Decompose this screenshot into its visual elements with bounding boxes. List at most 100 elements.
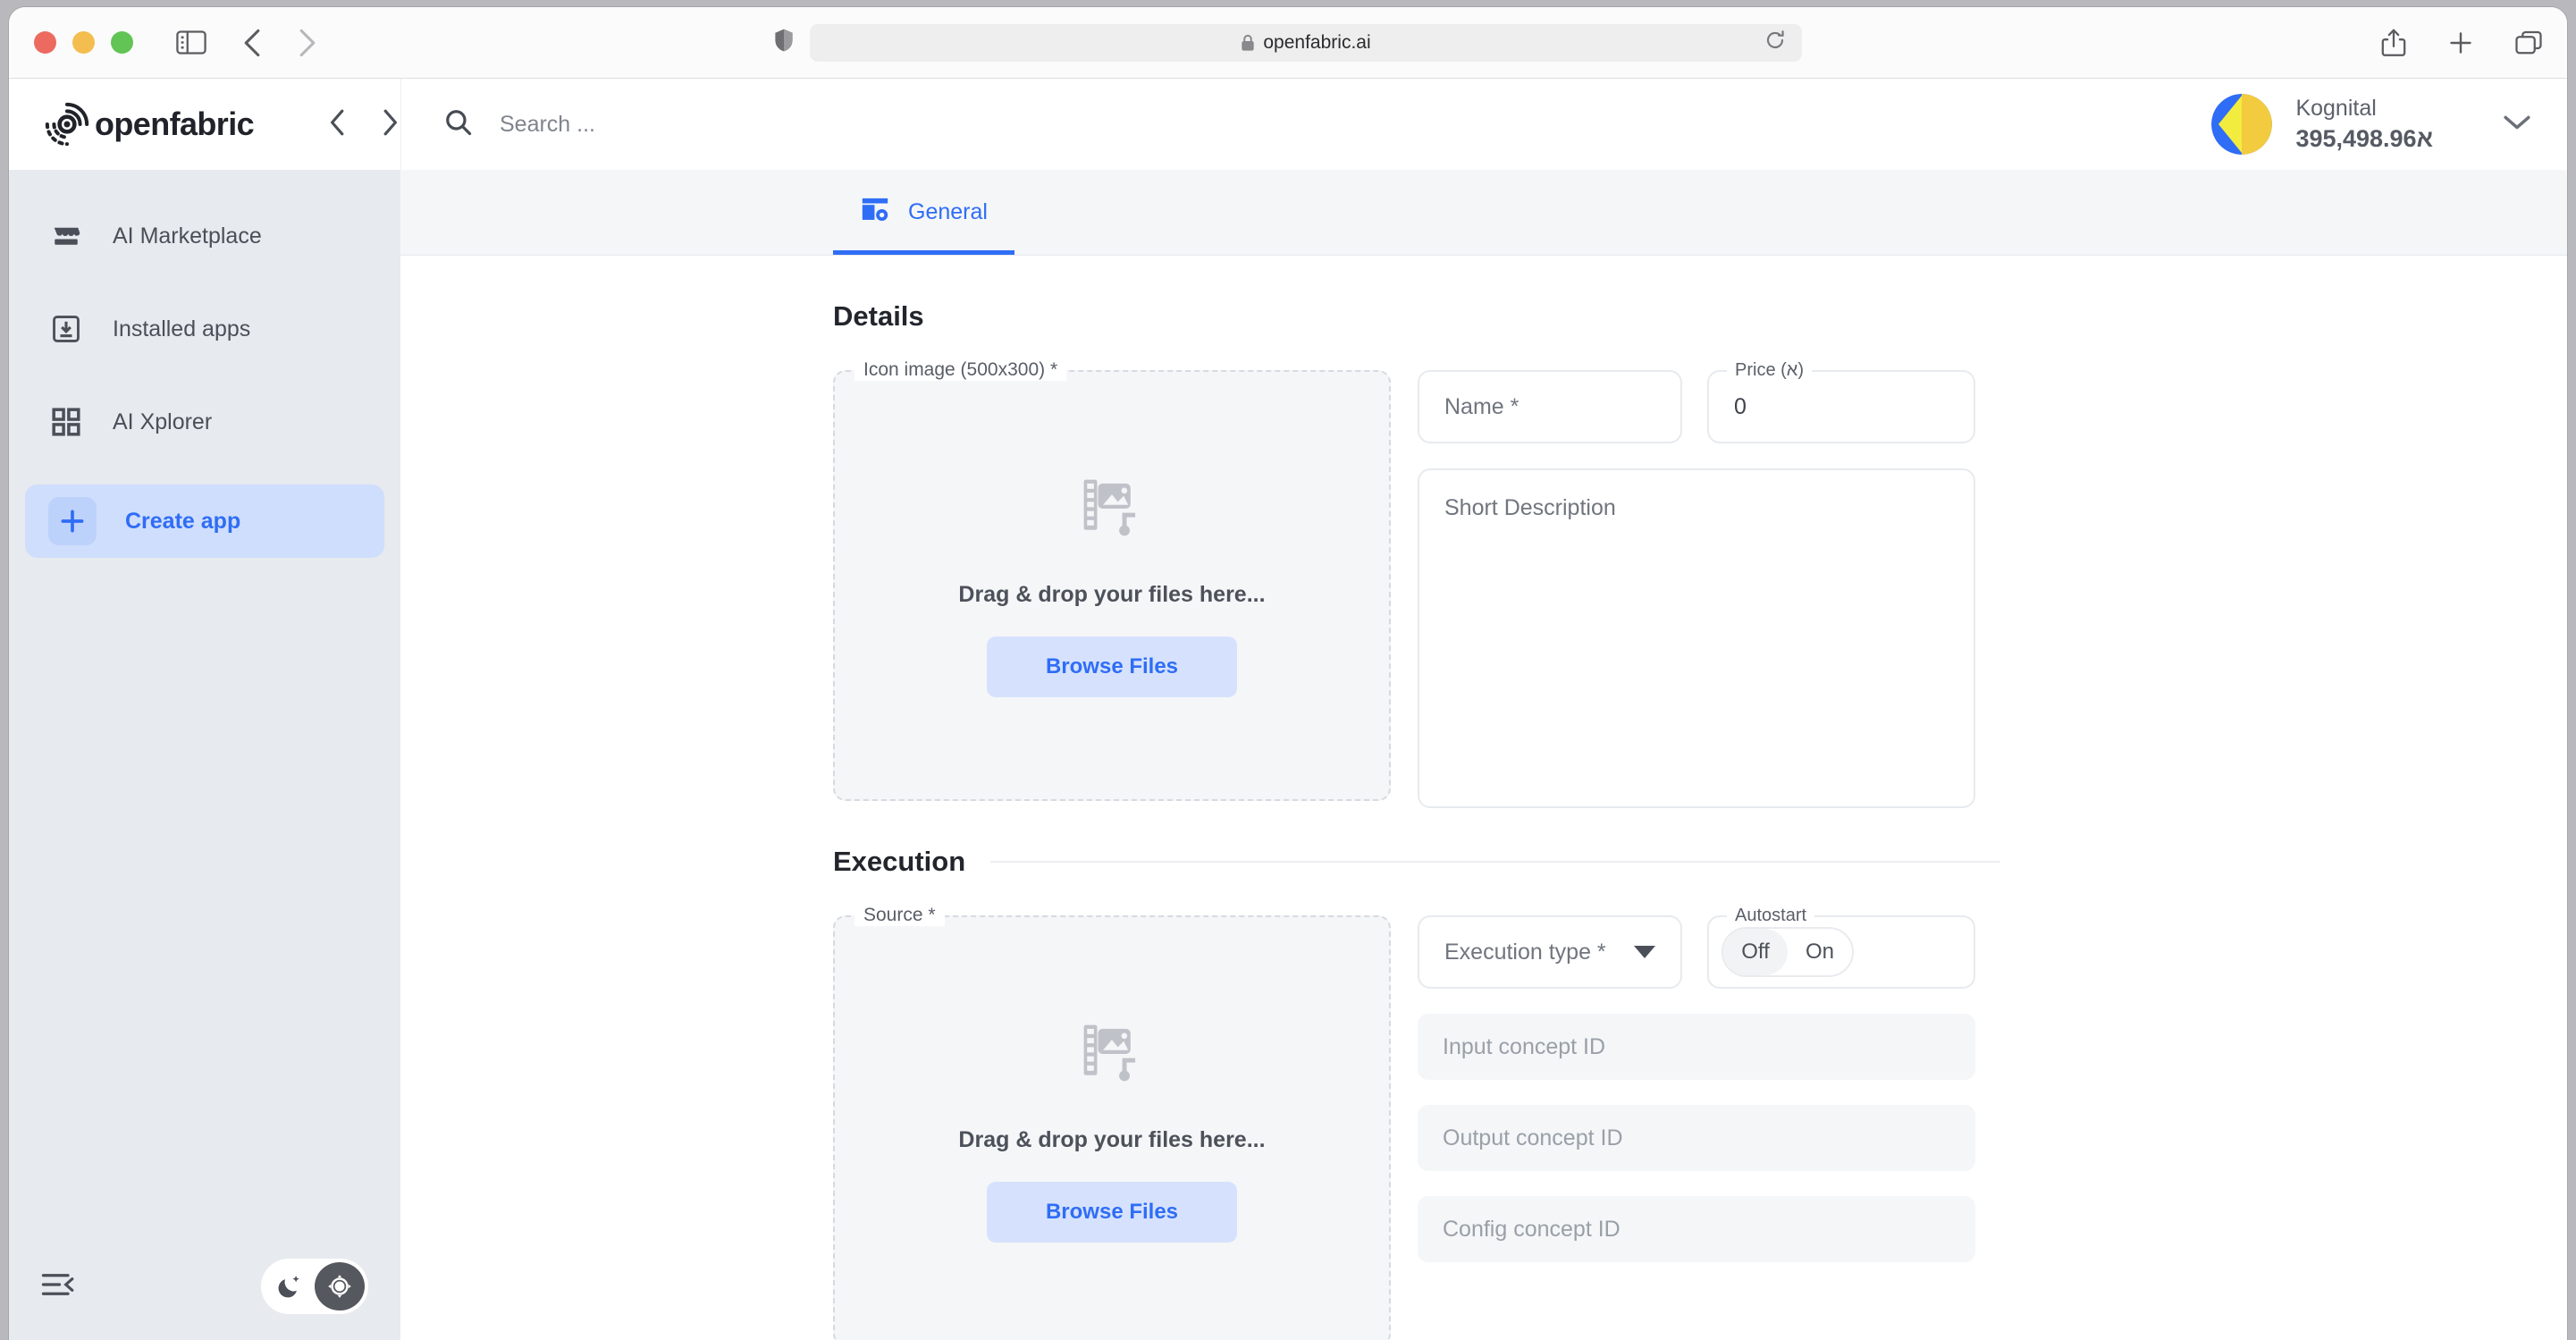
media-file-icon [1078,474,1146,546]
grid-icon [48,408,84,436]
theme-toggle [261,1259,368,1314]
sidebar-nav: AI Marketplace Installed apps AI Xplorer… [9,170,400,558]
short-description-placeholder: Short Description [1444,495,1616,520]
sidebar-item-label: Create app [125,508,241,534]
media-file-icon [1078,1019,1146,1091]
execution-type-placeholder: Execution type * [1444,939,1606,965]
price-value: 0 [1734,393,1747,419]
close-window-button[interactable] [34,31,56,54]
page-title: Details [833,300,924,332]
sidebar-item-ai-marketplace[interactable]: AI Marketplace [25,206,384,266]
browser-toolbar-right [2381,29,2542,57]
icon-image-dropzone[interactable]: Icon image (500x300) * Drag & drop your … [833,359,1391,801]
dropzone-label: Source * [854,905,945,926]
collapse-sidebar-icon[interactable] [41,1271,75,1302]
sidebar-item-installed-apps[interactable]: Installed apps [25,299,384,359]
input-concept-id-placeholder: Input concept ID [1443,1033,1606,1059]
share-icon[interactable] [2381,29,2406,57]
top-bar: Search ... Kognital 395,498.96א [400,79,2567,170]
app-nav-arrows [329,108,399,141]
price-field[interactable]: Price (א) 0 [1707,360,1975,443]
storefront-icon [48,221,84,251]
output-concept-id-placeholder: Output concept ID [1443,1125,1623,1150]
details-row: Icon image (500x300) * Drag & drop your … [833,359,2567,808]
execution-title: Execution [833,846,966,877]
section-divider [990,861,2001,863]
execution-fields: Execution type * Autostart Off On Input … [1418,906,1975,1262]
browse-files-button[interactable]: Browse Files [986,1182,1238,1243]
autostart-label: Autostart [1727,906,1815,926]
sun-icon[interactable] [315,1262,365,1311]
source-dropzone[interactable]: Source * Drag & drop your files here... … [833,905,1391,1340]
details-fields: Name * Price (א) 0 Short Description [1418,360,1975,808]
app-shell: openfabric AI Marketplace Installed apps… [9,79,2567,1340]
account-menu[interactable]: Kognital 395,498.96א [2211,94,2531,155]
app-back-icon[interactable] [329,108,347,141]
tab-overview-icon[interactable] [2515,30,2542,55]
tab-strip: General [400,170,2567,256]
browser-toolbar: openfabric.ai [9,7,2567,79]
reload-icon[interactable] [1764,29,1786,55]
autostart-segmented: Off On [1722,927,1854,977]
minimize-window-button[interactable] [72,31,95,54]
sidebar-toggle-icon[interactable] [176,30,206,55]
address-bar-area: openfabric.ai [774,23,1802,62]
browse-files-button[interactable]: Browse Files [986,636,1238,697]
execution-fields-row: Execution type * Autostart Off On [1418,906,1975,989]
account-balance: 395,498.96א [2295,124,2433,152]
new-tab-icon[interactable] [2447,29,2474,56]
maximize-window-button[interactable] [111,31,133,54]
sidebar-item-label: Installed apps [113,316,251,341]
sidebar: openfabric AI Marketplace Installed apps… [9,79,400,1340]
price-label: Price (א) [1727,360,1813,381]
chevron-down-icon[interactable] [2503,114,2531,136]
main-area: Search ... Kognital 395,498.96א General … [400,79,2567,1340]
output-concept-id-field[interactable]: Output concept ID [1418,1105,1975,1171]
autostart-on-option[interactable]: On [1788,929,1852,975]
account-info: Kognital 395,498.96א [2295,95,2433,154]
details-section-header: Details [833,300,2567,333]
input-concept-id-field[interactable]: Input concept ID [1418,1014,1975,1080]
app-forward-icon[interactable] [381,108,399,141]
autostart-off-option[interactable]: Off [1723,929,1788,975]
execution-section-header: Execution [833,846,2567,878]
address-bar[interactable]: openfabric.ai [810,23,1802,62]
form-content: Details Icon image (500x300) * Drag & dr… [400,256,2567,1340]
config-concept-id-placeholder: Config concept ID [1443,1216,1621,1242]
search-icon [444,108,473,141]
window-gear-icon [860,195,890,230]
sidebar-footer [9,1233,400,1340]
execution-type-select[interactable]: Execution type * [1418,915,1682,989]
dropzone-text: Drag & drop your files here... [958,582,1266,607]
moon-icon[interactable] [265,1262,315,1311]
details-fields-row: Name * Price (א) 0 [1418,360,1975,443]
openfabric-logo[interactable]: openfabric [43,100,255,148]
caret-down-icon [1634,946,1655,958]
lock-icon [1241,34,1255,52]
config-concept-id-field[interactable]: Config concept ID [1418,1196,1975,1262]
sidebar-item-label: AI Xplorer [113,409,213,434]
dropzone-label: Icon image (500x300) * [854,359,1067,381]
sidebar-item-ai-xplorer[interactable]: AI Xplorer [25,392,384,452]
browser-back-icon[interactable] [242,28,262,58]
browser-nav-arrows [242,28,317,58]
search-input[interactable]: Search ... [444,108,595,141]
shield-icon[interactable] [774,28,794,57]
account-name: Kognital [2295,96,2377,122]
name-placeholder: Name * [1444,393,1520,419]
openfabric-mark [45,102,89,147]
brand-name: openfabric [95,105,255,142]
dropzone-text: Drag & drop your files here... [958,1127,1266,1152]
tab-label: General [908,199,988,224]
search-placeholder: Search ... [500,111,595,137]
sidebar-item-create-app[interactable]: Create app [25,485,384,558]
traffic-lights [34,31,133,54]
execution-row: Source * Drag & drop your files here... … [833,905,2567,1340]
browser-forward-icon[interactable] [298,28,317,58]
autostart-toggle[interactable]: Autostart Off On [1707,906,1975,989]
short-description-field[interactable]: Short Description [1418,468,1975,808]
avatar [2211,94,2273,155]
name-field[interactable]: Name * [1418,370,1682,443]
url-text: openfabric.ai [1263,31,1371,53]
tab-general[interactable]: General [833,170,1014,255]
